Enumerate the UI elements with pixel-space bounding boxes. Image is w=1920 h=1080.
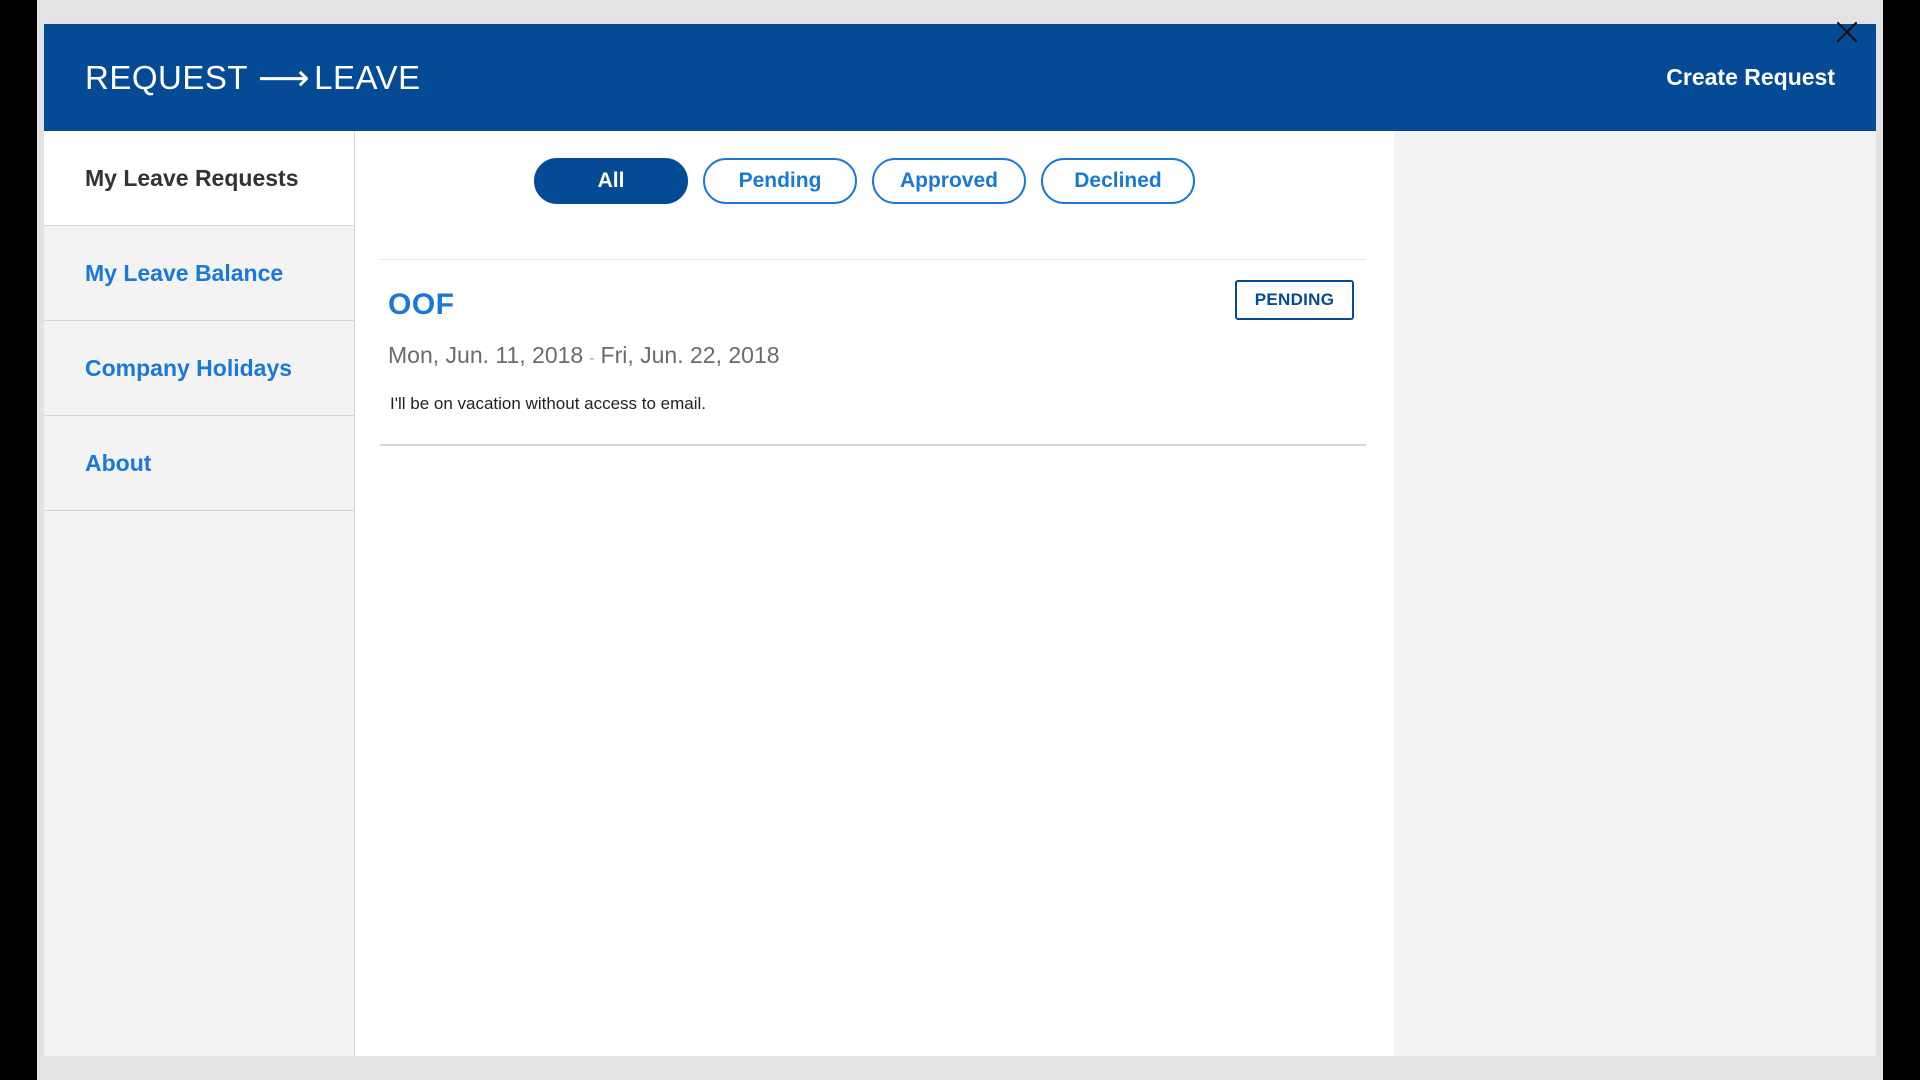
sidebar-item-my-leave-balance[interactable]: My Leave Balance: [44, 226, 354, 321]
sidebar-item-company-holidays[interactable]: Company Holidays: [44, 321, 354, 416]
sidebar-item-label: About: [85, 449, 152, 476]
sidebar-item-about[interactable]: About: [44, 416, 354, 511]
create-request-button[interactable]: Create Request: [1666, 24, 1835, 131]
sidebar: My Leave Requests My Leave Balance Compa…: [44, 131, 355, 1056]
sidebar-item-label: My Leave Balance: [85, 259, 284, 286]
screen: REQUEST ⟶ LEAVE Create Request My Leave …: [0, 0, 1920, 1080]
arrow-right-icon: ⟶: [258, 56, 311, 98]
sidebar-item-label: My Leave Requests: [85, 164, 299, 191]
request-start-date: Mon, Jun. 11, 2018: [388, 342, 584, 368]
filter-pending-button[interactable]: Pending: [703, 158, 857, 204]
detail-pane: [1394, 131, 1876, 1056]
close-icon-graphic: [1836, 21, 1858, 43]
filter-declined-button[interactable]: Declined: [1041, 158, 1195, 204]
leave-request-item[interactable]: OOF Mon, Jun. 11, 2018 - Fri, Jun. 22, 2…: [380, 260, 1366, 446]
app-window: REQUEST ⟶ LEAVE Create Request My Leave …: [44, 24, 1876, 1056]
date-separator: -: [589, 350, 595, 367]
brand-request-text: REQUEST: [85, 58, 249, 96]
request-end-date: Fri, Jun. 22, 2018: [600, 342, 780, 368]
status-filter-group: All Pending Approved Declined: [534, 158, 1195, 204]
brand-leave-text: LEAVE: [314, 58, 421, 96]
sidebar-item-label: Company Holidays: [85, 354, 293, 381]
request-description: I'll be on vacation without access to em…: [390, 394, 707, 413]
close-icon[interactable]: [1835, 20, 1859, 44]
app-header: REQUEST ⟶ LEAVE Create Request: [44, 24, 1876, 131]
request-title: OOF: [388, 288, 455, 321]
bottom-strip: [37, 1056, 1883, 1080]
status-badge: PENDING: [1235, 280, 1354, 320]
main-content: All Pending Approved Declined OOF Mon, J…: [355, 131, 1394, 1056]
request-date-range: Mon, Jun. 11, 2018 - Fri, Jun. 22, 2018: [388, 342, 780, 369]
filter-all-button[interactable]: All: [534, 158, 688, 204]
sidebar-item-my-leave-requests[interactable]: My Leave Requests: [44, 131, 354, 226]
filter-approved-button[interactable]: Approved: [872, 158, 1026, 204]
app-brand: REQUEST ⟶ LEAVE: [85, 24, 421, 131]
